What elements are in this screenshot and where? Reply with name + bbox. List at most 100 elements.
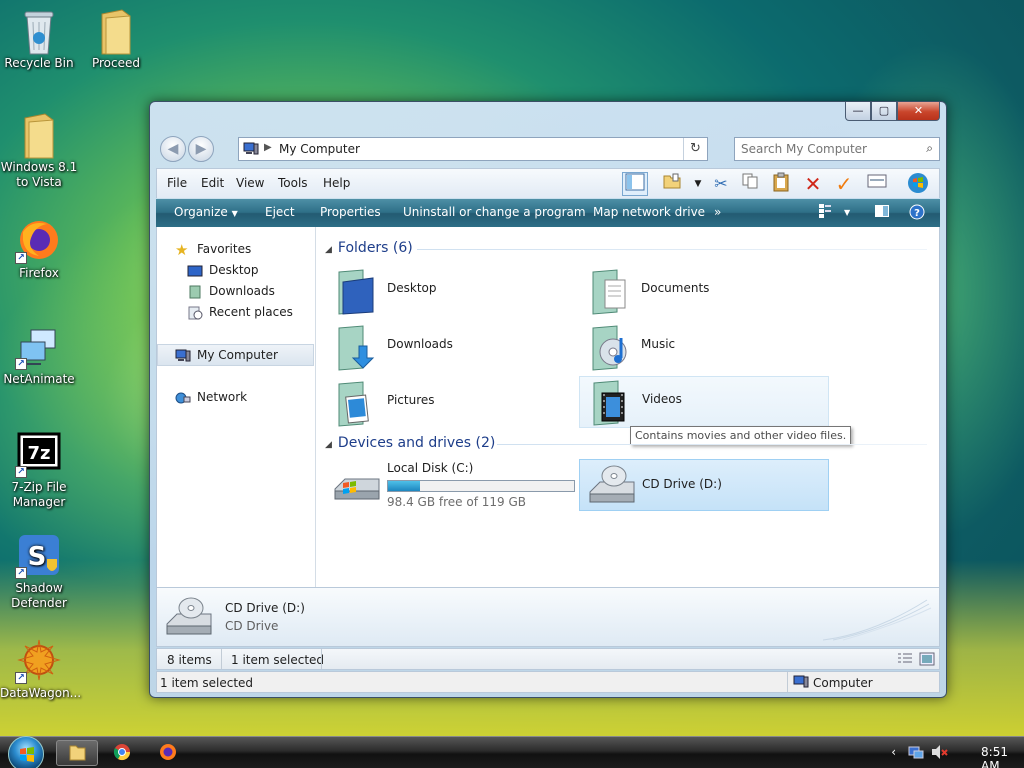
desktop-icon-netanimate[interactable]: ↗ NetAnimate [0, 324, 78, 387]
nav-favorites-label: Favorites [197, 242, 252, 256]
folder-music[interactable]: Music [579, 322, 829, 372]
taskbar-explorer-button[interactable] [56, 740, 98, 766]
shortcut-arrow-icon: ↗ [15, 358, 27, 370]
drive-cd-d[interactable]: CD Drive (D:) [579, 459, 829, 511]
folder-label: Downloads [387, 337, 453, 351]
network-tray-icon[interactable] [908, 744, 924, 763]
volume-muted-icon[interactable] [930, 744, 948, 763]
breadcrumb-chevron-icon[interactable]: ▶ [264, 142, 272, 153]
preview-pane-icon[interactable] [874, 204, 890, 221]
copy-icon[interactable] [737, 172, 763, 196]
computer-icon [793, 675, 809, 692]
address-bar[interactable]: ▶ My Computer ↻ [238, 137, 708, 161]
desktop-icon-shadow-defender[interactable]: S ↗ Shadow Defender [0, 533, 78, 611]
properties-icon[interactable] [864, 172, 890, 196]
computer-icon [243, 142, 259, 156]
folder-pictures[interactable]: Pictures [325, 378, 575, 428]
navigation-bar: ◀ ▶ ▶ My Computer ↻ ⌕ [158, 135, 940, 163]
recent-places-icon [187, 306, 203, 320]
menu-tools[interactable]: Tools [278, 176, 308, 190]
folders-group-header[interactable]: ◢ Folders (6) [325, 240, 413, 256]
forward-button[interactable]: ▶ [188, 136, 214, 162]
map-network-drive-button[interactable]: Map network drive [593, 205, 705, 219]
videos-folder-icon [588, 379, 632, 427]
devices-group-header[interactable]: ◢ Devices and drives (2) [325, 435, 495, 451]
taskbar-chrome-button[interactable] [102, 740, 144, 766]
folder-options-icon[interactable] [659, 172, 685, 196]
desktop-icon [187, 264, 203, 278]
desktop-icon-7zip[interactable]: 7z ↗ 7-Zip File Manager [0, 432, 78, 510]
cut-icon[interactable]: ✂ [708, 172, 734, 196]
layout-pane-icon[interactable] [622, 172, 648, 196]
menu-file[interactable]: File [167, 176, 187, 190]
desktop-icon-windows81-to-vista[interactable]: Windows 8.1 to Vista [0, 112, 78, 190]
refresh-icon[interactable]: ↻ [683, 138, 707, 160]
status-zone-text: Computer [813, 676, 873, 690]
collapse-triangle-icon[interactable]: ◢ [325, 440, 332, 450]
drive-local-disk-c[interactable]: Local Disk (C:) 98.4 GB free of 119 GB [325, 459, 575, 509]
nav-favorites[interactable]: ★ Favorites [175, 239, 251, 259]
tiles-view-icon[interactable] [919, 652, 935, 669]
back-button[interactable]: ◀ [160, 136, 186, 162]
help-icon[interactable]: ? [909, 204, 925, 223]
paste-icon[interactable] [768, 172, 794, 196]
folder-label: Documents [641, 281, 710, 295]
desktop-icon-proceed[interactable]: Proceed [77, 8, 155, 71]
nav-recent-places[interactable]: Recent places [187, 302, 293, 322]
downloads-folder-icon [333, 324, 377, 372]
firefox-icon: ↗ [15, 218, 61, 264]
folder-documents[interactable]: Documents [579, 266, 829, 316]
folder-icon [69, 745, 86, 761]
clock-time[interactable]: 8:51 AM [981, 745, 1008, 768]
checkmark-icon[interactable]: ✓ [831, 172, 857, 196]
nav-desktop[interactable]: Desktop [187, 260, 259, 280]
details-view-icon[interactable] [897, 652, 913, 669]
folder-label: Music [641, 337, 676, 351]
group-divider [417, 249, 927, 250]
search-box[interactable]: ⌕ [734, 137, 940, 161]
eject-button[interactable]: Eject [265, 205, 295, 219]
taskbar-firefox-button[interactable] [148, 740, 190, 766]
desktop-icon-datawagon[interactable]: ↗ DataWagon... [0, 638, 81, 701]
desktop-icon-recycle-bin[interactable]: Recycle Bin [0, 8, 78, 71]
computer-icon [175, 349, 191, 363]
minimize-button[interactable]: — [845, 102, 871, 121]
uninstall-program-button[interactable]: Uninstall or change a program [403, 205, 586, 219]
windows-orb-icon[interactable] [905, 172, 931, 196]
close-button[interactable]: ✕ [897, 102, 940, 121]
menu-view[interactable]: View [236, 176, 264, 190]
organize-button[interactable]: Organize ▼ [174, 205, 238, 219]
folder-desktop[interactable]: Desktop [325, 266, 575, 316]
shortcut-arrow-icon: ↗ [15, 466, 27, 478]
breadcrumb-path[interactable]: My Computer [279, 142, 360, 156]
status-divider [221, 649, 222, 669]
search-icon[interactable]: ⌕ [926, 141, 933, 156]
menu-help[interactable]: Help [323, 176, 350, 190]
firefox-icon [160, 744, 176, 760]
show-hidden-icons-chevron-icon[interactable]: ‹ [891, 745, 896, 759]
desktop-folder-icon [333, 268, 377, 316]
start-orb-button[interactable] [8, 736, 44, 768]
view-options-icon[interactable] [818, 203, 832, 222]
nav-downloads[interactable]: Downloads [187, 281, 275, 301]
folder-downloads[interactable]: Downloads [325, 322, 575, 372]
maximize-button[interactable]: ▢ [871, 102, 897, 121]
collapse-triangle-icon[interactable]: ◢ [325, 245, 332, 255]
nav-network[interactable]: Network [175, 387, 247, 407]
music-folder-icon [587, 324, 631, 372]
downloads-folder-icon [187, 285, 203, 299]
chevron-down-icon[interactable]: ▼ [844, 208, 850, 217]
windows-logo-icon [20, 747, 34, 762]
properties-button[interactable]: Properties [320, 205, 381, 219]
delete-icon[interactable]: ✕ [800, 172, 826, 196]
nav-my-computer-label: My Computer [197, 348, 278, 362]
caption-buttons: — ▢ ✕ [845, 102, 940, 121]
more-commands-button[interactable]: » [714, 205, 721, 219]
search-input[interactable] [741, 139, 911, 159]
folder-label: Pictures [387, 393, 435, 407]
chevron-down-icon: ▼ [231, 209, 238, 218]
desktop-icon-firefox[interactable]: ↗ Firefox [0, 218, 78, 281]
folder-videos[interactable]: Videos [579, 376, 829, 428]
menu-edit[interactable]: Edit [201, 176, 224, 190]
nav-my-computer[interactable]: My Computer [175, 345, 278, 365]
